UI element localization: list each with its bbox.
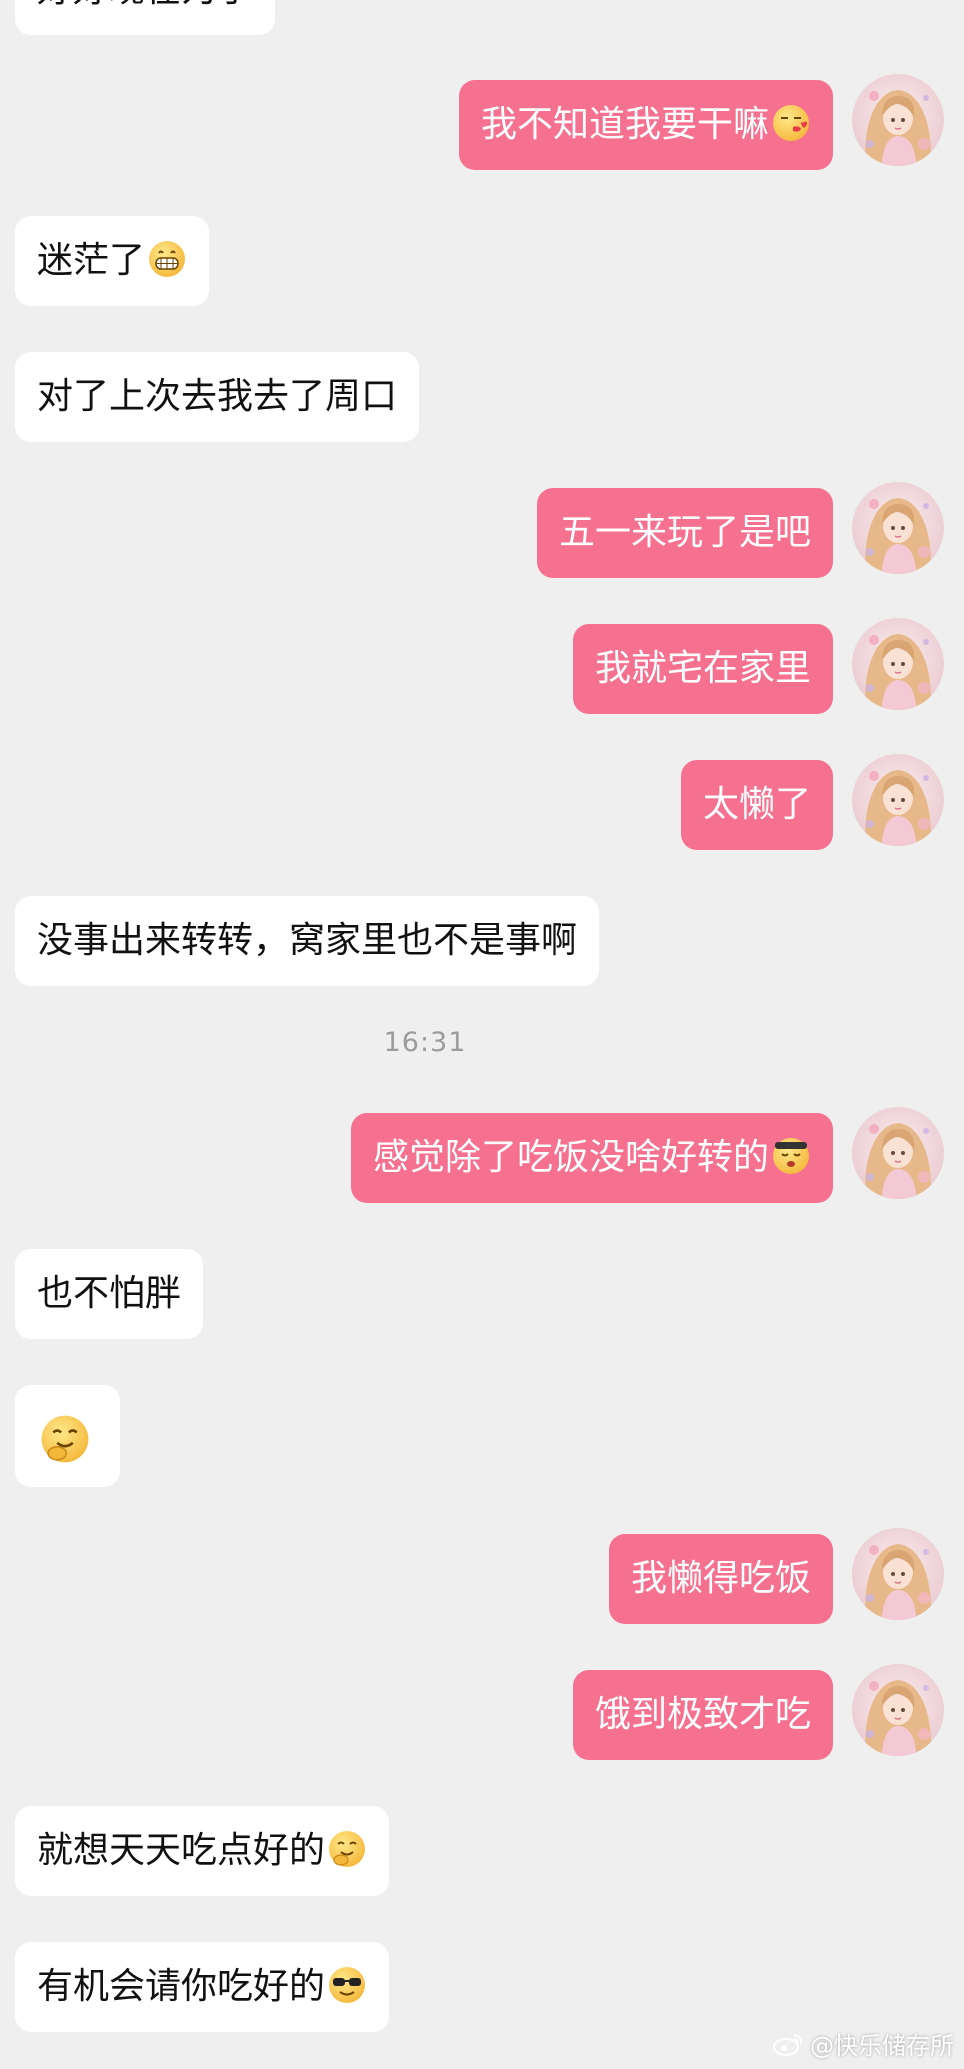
message-text: 就想天天吃点好的 [37, 1830, 326, 1871]
message-bubble-sent[interactable]: 感觉除了吃饭没啥好转的 [350, 1113, 833, 1203]
kiss-emoji-icon [771, 103, 811, 143]
message-text: 迷茫了 [37, 240, 146, 281]
avatar[interactable] [852, 754, 944, 846]
avatar[interactable] [852, 618, 944, 710]
message-text: 饿到极致才吃 [594, 1694, 811, 1735]
message-text: 太懒了 [702, 784, 811, 825]
avatar[interactable] [852, 74, 944, 166]
sleepy-emoji-icon [771, 1136, 811, 1176]
message-bubble-sent[interactable]: 太懒了 [680, 760, 833, 850]
message-text: 五一来玩了是吧 [558, 512, 811, 553]
message-bubble-received[interactable]: 好好现在为了 [15, 0, 276, 35]
avatar[interactable] [852, 1664, 944, 1756]
watermark-text: @快乐储存所 [810, 2032, 954, 2060]
message-bubble-received[interactable] [15, 1385, 120, 1487]
watermark: @快乐储存所 [772, 2026, 954, 2061]
message-bubble-received[interactable]: 对了上次去我去了周口 [15, 352, 420, 442]
message-text: 也不怕胖 [37, 1273, 182, 1314]
avatar[interactable] [852, 1528, 944, 1620]
message-bubble-received[interactable]: 迷茫了 [15, 216, 210, 306]
message-text: 没事出来转转，窝家里也不是事啊 [37, 920, 578, 961]
message-text: 好好现在为了 [37, 0, 253, 10]
message-bubble-received[interactable]: 有机会请你吃好的 [15, 1942, 390, 2032]
giggle-emoji-icon [327, 1829, 367, 1869]
message-text: 对了上次去我去了周口 [37, 376, 398, 417]
message-text: 有机会请你吃好的 [37, 1966, 326, 2007]
message-text: 我就宅在家里 [594, 648, 811, 689]
avatar[interactable] [852, 1107, 944, 1199]
message-text: 我不知道我要干嘛 [480, 104, 769, 145]
message-bubble-sent[interactable]: 五一来玩了是吧 [536, 488, 833, 578]
giggle-emoji-icon [39, 1413, 91, 1465]
timestamp: 16:31 [383, 1027, 467, 1058]
grin-emoji-icon [147, 239, 187, 279]
message-text: 我懒得吃饭 [630, 1558, 811, 1599]
avatar[interactable] [852, 482, 944, 574]
message-text: 感觉除了吃饭没啥好转的 [372, 1137, 769, 1178]
message-bubble-received[interactable]: 也不怕胖 [15, 1249, 204, 1339]
message-bubble-received[interactable]: 就想天天吃点好的 [15, 1806, 390, 1896]
message-bubble-sent[interactable]: 我就宅在家里 [572, 624, 833, 714]
sunglasses-emoji-icon [327, 1965, 367, 2005]
message-bubble-received[interactable]: 没事出来转转，窝家里也不是事啊 [15, 896, 600, 986]
message-bubble-sent[interactable]: 我不知道我要干嘛 [458, 80, 833, 170]
message-bubble-sent[interactable]: 饿到极致才吃 [572, 1670, 833, 1760]
weibo-icon [773, 2033, 803, 2056]
message-bubble-sent[interactable]: 我懒得吃饭 [608, 1534, 833, 1624]
